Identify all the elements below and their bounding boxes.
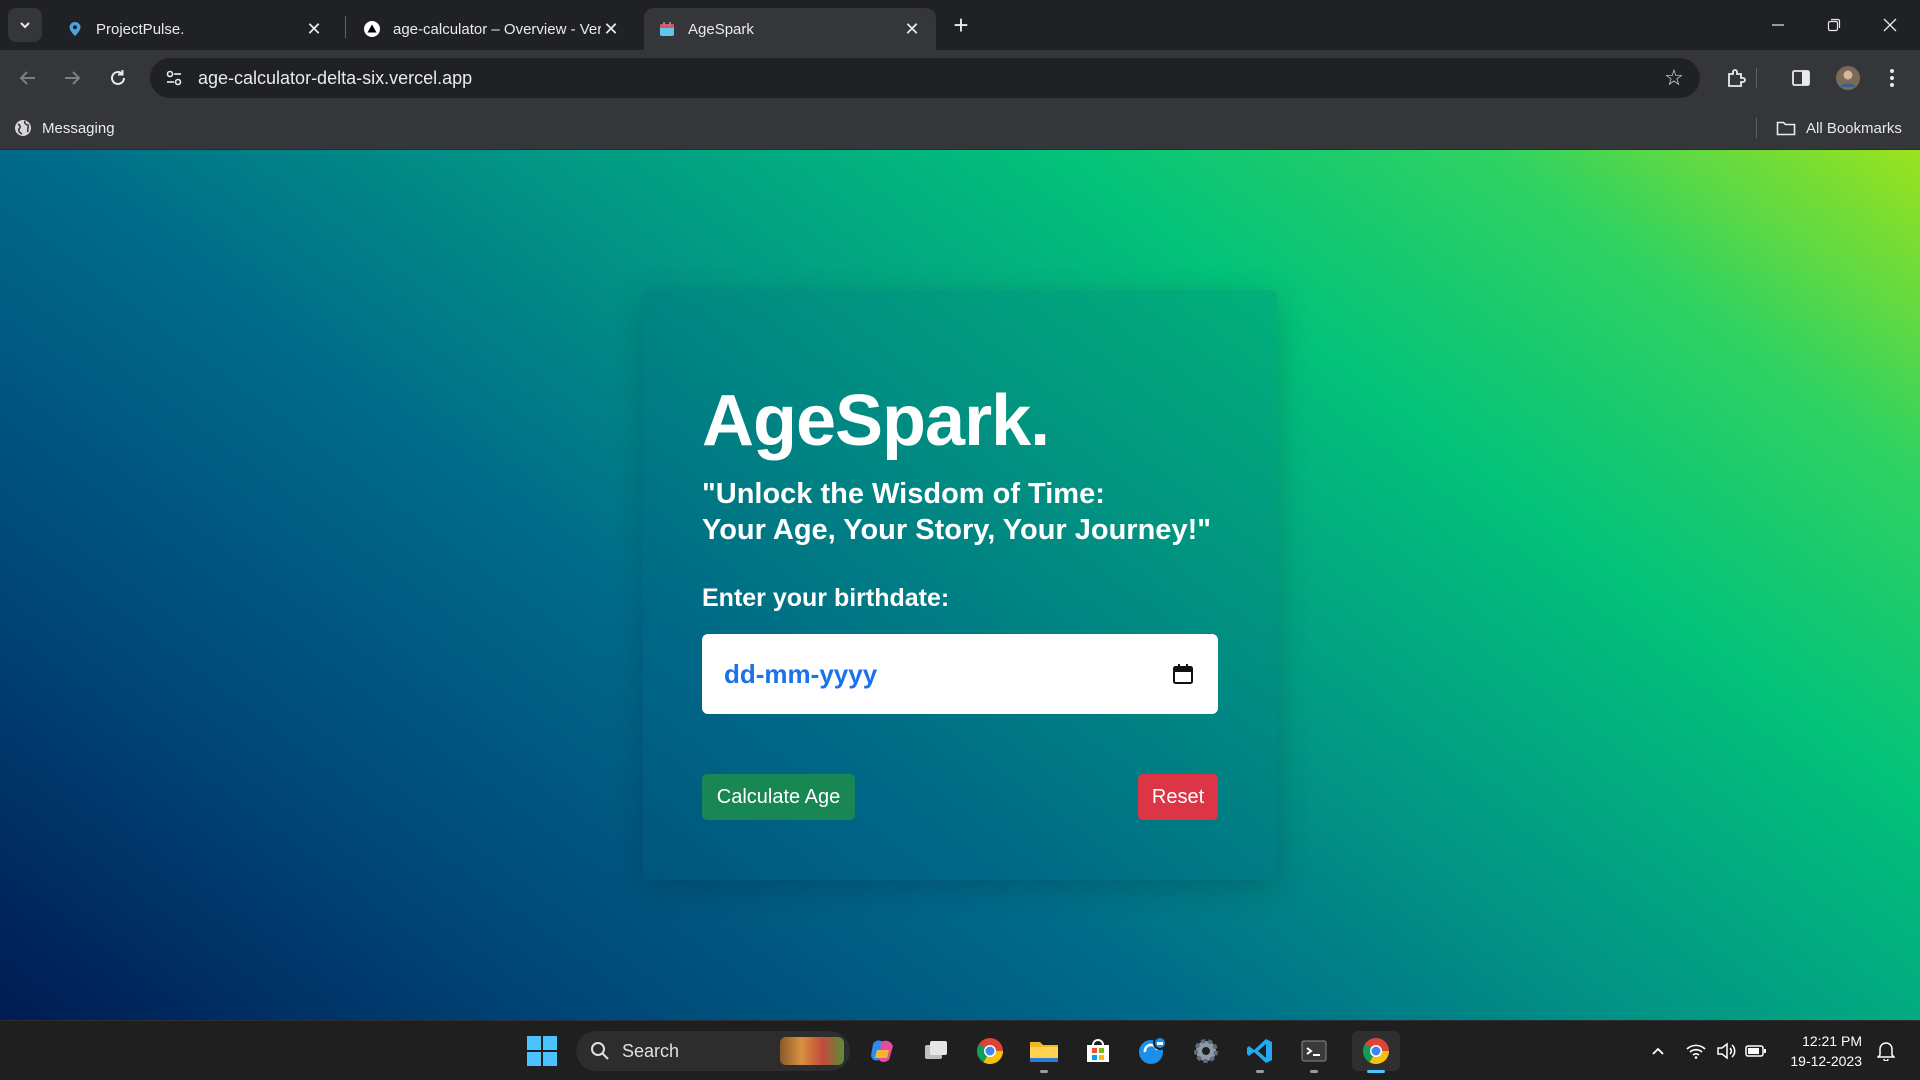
app-title: AgeSpark. [702, 381, 1050, 461]
tab-agespark[interactable]: AgeSpark ✕ [644, 8, 936, 50]
vercel-triangle-icon [363, 20, 381, 38]
wifi-icon[interactable] [1684, 1039, 1708, 1063]
profile-avatar[interactable] [1832, 62, 1864, 94]
arrow-left-icon [19, 71, 35, 85]
globe-icon [14, 119, 32, 137]
running-indicator [1310, 1070, 1318, 1073]
minimize-button[interactable] [1750, 0, 1806, 50]
tab-projectpulse[interactable]: ProjectPulse. ✕ [52, 8, 338, 50]
tagline-line-2: Your Age, Your Story, Your Journey!" [702, 514, 1211, 546]
calculate-age-button[interactable]: Calculate Age [702, 774, 855, 820]
running-indicator [1040, 1070, 1048, 1073]
vscode-icon[interactable] [1238, 1031, 1282, 1073]
new-tab-button[interactable]: + [946, 10, 976, 40]
clock-date: 19-12-2023 [1790, 1053, 1862, 1069]
copilot-icon[interactable] [860, 1031, 904, 1071]
close-icon [1883, 18, 1897, 32]
close-icon[interactable]: ✕ [902, 19, 922, 39]
tab-search-button[interactable] [8, 8, 42, 42]
settings-icon[interactable] [1184, 1031, 1228, 1071]
close-icon[interactable]: ✕ [601, 19, 621, 39]
taskbar-search[interactable]: Search [576, 1031, 850, 1071]
toolbar-divider [1756, 68, 1757, 88]
notification-bell-icon[interactable] [1874, 1039, 1898, 1063]
chrome-active-icon[interactable] [1352, 1031, 1400, 1073]
tab-title: AgeSpark [688, 20, 754, 38]
tab-age-calculator-vercel[interactable]: age-calculator – Overview - Vercel ✕ [349, 8, 635, 50]
extensions-icon[interactable] [1720, 62, 1752, 94]
windows-taskbar: Search 12:21 PM 19-12-2023 [0, 1020, 1920, 1080]
tagline: "Unlock the Wisdom of Time: Your Age, Yo… [702, 476, 1211, 548]
task-view-icon[interactable] [914, 1031, 958, 1071]
birthdate-input[interactable]: dd-mm-yyyy [702, 634, 1218, 714]
terminal-icon[interactable] [1292, 1031, 1336, 1073]
windows-logo-icon [527, 1036, 557, 1066]
restore-button[interactable] [1806, 0, 1862, 50]
arrow-right-icon [65, 71, 81, 85]
page-background: AgeSpark. "Unlock the Wisdom of Time: Yo… [0, 150, 1920, 1020]
running-indicator [1367, 1070, 1385, 1073]
age-calculator-card: AgeSpark. "Unlock the Wisdom of Time: Yo… [643, 290, 1277, 880]
file-explorer-icon[interactable] [1022, 1031, 1066, 1073]
reload-icon [111, 70, 125, 85]
search-highlight-image [780, 1037, 844, 1065]
back-button[interactable] [10, 60, 46, 96]
forward-button[interactable] [54, 60, 90, 96]
close-window-button[interactable] [1862, 0, 1918, 50]
chrome-icon[interactable] [968, 1031, 1012, 1071]
more-menu-icon[interactable] [1876, 62, 1908, 94]
address-bar[interactable]: age-calculator-delta-six.vercel.app ☆ [150, 58, 1700, 98]
restore-icon [1827, 18, 1841, 32]
date-placeholder: dd-mm-yyyy [724, 658, 878, 689]
url-text: age-calculator-delta-six.vercel.app [198, 67, 473, 88]
tagline-line-1: "Unlock the Wisdom of Time: [702, 478, 1105, 510]
show-hidden-icons-chevron-icon[interactable] [1646, 1039, 1670, 1063]
reload-button[interactable] [100, 60, 136, 96]
bookmarks-divider [1756, 118, 1757, 138]
tab-title: ProjectPulse. [96, 20, 185, 38]
search-icon [590, 1041, 610, 1061]
calendar-favicon [658, 20, 676, 38]
birthdate-label: Enter your birthdate: [702, 584, 950, 612]
bookmarks-bar: Messaging All Bookmarks [0, 106, 1920, 150]
edge-dev-icon[interactable] [1130, 1031, 1174, 1071]
clock-time: 12:21 PM [1802, 1033, 1862, 1049]
microsoft-store-icon[interactable] [1076, 1031, 1120, 1071]
bookmark-messaging[interactable]: Messaging [14, 114, 115, 142]
battery-icon[interactable] [1744, 1039, 1768, 1063]
all-bookmarks-button[interactable]: All Bookmarks [1776, 114, 1902, 142]
chevron-down-icon [20, 22, 30, 29]
calendar-picker-icon[interactable] [1170, 661, 1196, 687]
tab-divider [345, 16, 346, 38]
location-pin-icon [66, 20, 84, 38]
taskbar-clock[interactable]: 12:21 PM 19-12-2023 [1780, 1031, 1862, 1071]
volume-icon[interactable] [1714, 1039, 1738, 1063]
side-panel-icon[interactable] [1785, 62, 1817, 94]
site-info-icon[interactable] [156, 62, 192, 94]
close-icon[interactable]: ✕ [304, 19, 324, 39]
browser-toolbar: age-calculator-delta-six.vercel.app ☆ [0, 50, 1920, 106]
folder-icon [1776, 120, 1796, 136]
tab-title: age-calculator – Overview - Vercel [393, 20, 601, 38]
bookmark-star-icon[interactable]: ☆ [1658, 62, 1690, 94]
all-bookmarks-label: All Bookmarks [1806, 119, 1902, 137]
running-indicator [1256, 1070, 1264, 1073]
reset-button[interactable]: Reset [1138, 774, 1218, 820]
tab-strip: ProjectPulse. ✕ age-calculator – Overvie… [0, 0, 1920, 50]
start-button[interactable] [526, 1035, 560, 1069]
minimize-icon [1772, 24, 1784, 26]
search-label: Search [622, 1040, 680, 1061]
bookmark-label: Messaging [42, 119, 115, 137]
